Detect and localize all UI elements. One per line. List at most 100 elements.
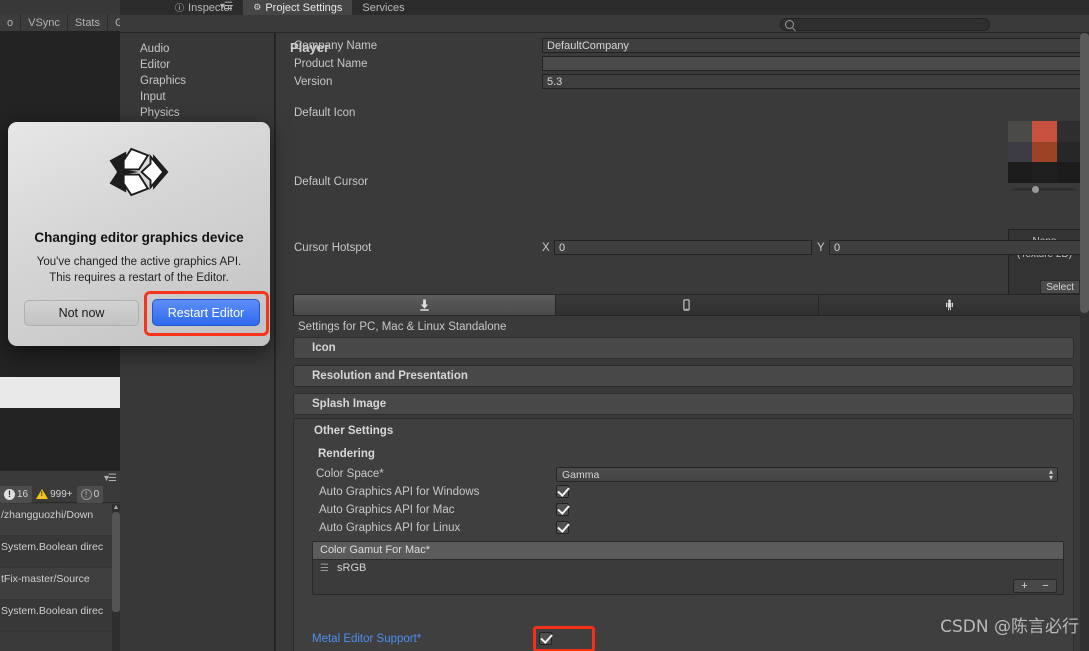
version-row: Version 5.3 xyxy=(276,74,1089,92)
list-item[interactable]: ☰ sRGB xyxy=(313,560,1063,578)
default-cursor-field[interactable]: None (Texture 2D) Select xyxy=(1008,229,1081,295)
auto-api-windows-label: Auto Graphics API for Windows xyxy=(319,486,480,498)
rendering-subheader: Rendering xyxy=(318,448,375,460)
section-icon[interactable]: Icon xyxy=(293,337,1074,359)
section-splash-label: Splash Image xyxy=(312,398,387,410)
hotspot-x-label: X xyxy=(542,242,550,254)
restart-button-highlight xyxy=(144,291,269,336)
product-name-field[interactable] xyxy=(542,56,1082,71)
console-log-list[interactable]: /zhangguozhi/Down System.Boolean direc t… xyxy=(0,504,120,651)
console-error-count[interactable]: ! 16 xyxy=(0,485,33,503)
default-icon-label: Default Icon xyxy=(294,107,356,119)
tab-services-label: Services xyxy=(362,1,405,14)
section-icon-label: Icon xyxy=(312,342,336,354)
tab-bar: ▾☰ ⓘ Inspector ⚙ Project Settings Servic… xyxy=(120,0,1089,15)
version-label: Version xyxy=(294,76,333,88)
watermark: CSDN @陈言必行 xyxy=(940,617,1079,637)
graphics-device-dialog: Changing editor graphics device You've c… xyxy=(8,122,270,346)
sidebar-item-physics[interactable]: Physics xyxy=(120,105,274,121)
auto-api-mac-checkbox[interactable] xyxy=(556,503,569,516)
platform-tab-group xyxy=(293,294,1081,316)
error-icon: ! xyxy=(4,488,15,500)
console-options-icon[interactable]: ▾☰ xyxy=(104,473,117,484)
dialog-title: Changing editor graphics device xyxy=(34,230,244,245)
console-scroll-thumb[interactable] xyxy=(112,512,120,612)
auto-api-mac-label: Auto Graphics API for Mac xyxy=(319,504,455,516)
color-gamut-list: Color Gamut For Mac* ☰ sRGB + − xyxy=(312,541,1064,595)
console-scrollbar[interactable]: ▲ xyxy=(112,504,120,651)
dialog-message: You've changed the active graphics API. … xyxy=(8,254,270,286)
warning-count-value: 999+ xyxy=(50,488,73,500)
cursor-hotspot-row: Cursor Hotspot X 0 Y 0 xyxy=(276,240,1089,258)
add-button[interactable]: + xyxy=(1021,580,1027,592)
company-name-row: Company Name DefaultCompany xyxy=(276,38,1089,56)
hotspot-y-field[interactable]: 0 xyxy=(829,240,1082,255)
sidebar-item-input[interactable]: Input xyxy=(120,89,274,105)
list-item[interactable]: System.Boolean direc xyxy=(0,536,120,568)
game-view-light-region xyxy=(0,377,120,408)
remove-button[interactable]: − xyxy=(1042,580,1048,592)
section-resolution[interactable]: Resolution and Presentation xyxy=(293,365,1074,387)
color-space-dropdown[interactable]: Gamma ▴ ▾ xyxy=(556,467,1058,482)
default-cursor-label: Default Cursor xyxy=(294,176,369,188)
tab-inspector[interactable]: ⓘ Inspector xyxy=(165,0,243,15)
list-item[interactable]: tFix-master/Source xyxy=(0,568,120,600)
sidebar-item-editor[interactable]: Editor xyxy=(120,57,274,73)
auto-api-windows-row: Auto Graphics API for Windows xyxy=(294,485,1075,502)
search-input[interactable] xyxy=(780,18,990,31)
scroll-up-icon[interactable]: ▲ xyxy=(112,504,120,512)
console-info-count[interactable]: ! 0 xyxy=(76,485,104,503)
phone-icon xyxy=(683,299,691,311)
search-icon xyxy=(785,20,794,29)
game-view-toolbar: o VSync Stats Gizmos xyxy=(0,13,161,32)
auto-api-linux-checkbox[interactable] xyxy=(556,521,569,534)
platform-tab-ios[interactable] xyxy=(556,294,819,316)
settings-for-label: Settings for PC, Mac & Linux Standalone xyxy=(298,321,507,333)
product-name-label: Product Name xyxy=(294,58,368,70)
toolbar-item-vsync[interactable]: VSync xyxy=(21,13,68,32)
auto-api-linux-label: Auto Graphics API for Linux xyxy=(319,522,461,534)
color-gamut-footer: + − xyxy=(313,578,1063,594)
drag-handle-icon[interactable]: ☰ xyxy=(320,563,329,574)
toolbar-item-stats[interactable]: Stats xyxy=(68,13,108,32)
tab-services[interactable]: Services xyxy=(352,0,414,15)
tab-project-settings[interactable]: ⚙ Project Settings xyxy=(243,0,353,15)
tab-strip: ⓘ Inspector ⚙ Project Settings Services xyxy=(165,0,415,15)
gamut-add-remove-buttons[interactable]: + − xyxy=(1013,579,1057,593)
console-count-bar: ! 16 999+ ! 0 xyxy=(0,485,120,503)
inspector-scrollbar[interactable] xyxy=(1080,33,1089,651)
list-item[interactable]: System.Boolean direc xyxy=(0,600,120,632)
download-icon xyxy=(420,299,429,311)
company-name-label: Company Name xyxy=(294,40,378,52)
info-icon: ⓘ xyxy=(175,3,185,13)
info-icon: ! xyxy=(80,488,92,500)
section-resolution-label: Resolution and Presentation xyxy=(312,370,468,382)
toolbar-item-partial[interactable]: o xyxy=(0,13,22,32)
cursor-select-button[interactable]: Select xyxy=(1040,280,1080,294)
inspector-scroll-thumb[interactable] xyxy=(1080,33,1089,313)
console-warning-count[interactable]: 999+ xyxy=(32,486,77,503)
platform-tab-standalone[interactable] xyxy=(293,294,557,316)
warning-icon xyxy=(36,489,49,499)
color-space-value: Gamma xyxy=(562,469,600,481)
error-count-value: 16 xyxy=(17,488,29,500)
section-splash[interactable]: Splash Image xyxy=(293,393,1074,415)
gear-icon: ⚙ xyxy=(253,2,262,12)
auto-api-mac-row: Auto Graphics API for Mac xyxy=(294,503,1075,520)
list-item[interactable]: /zhangguozhi/Down xyxy=(0,504,120,536)
dialog-message-line2: This requires a restart of the Editor. xyxy=(49,272,229,284)
sidebar-item-graphics[interactable]: Graphics xyxy=(120,73,274,89)
not-now-button[interactable]: Not now xyxy=(24,300,139,326)
platform-tab-android[interactable] xyxy=(818,294,1081,316)
dialog-message-line1: You've changed the active graphics API. xyxy=(36,256,242,268)
auto-api-windows-checkbox[interactable] xyxy=(556,485,569,498)
color-gamut-header: Color Gamut For Mac* xyxy=(313,542,1063,560)
color-space-row: Color Space* Gamma ▴ ▾ xyxy=(294,467,1075,484)
metal-editor-support-checkbox[interactable] xyxy=(539,632,552,645)
company-name-field[interactable]: DefaultCompany xyxy=(542,38,1082,53)
hotspot-x-field[interactable]: 0 xyxy=(554,240,812,255)
section-other-settings-label[interactable]: Other Settings xyxy=(314,425,393,437)
metal-editor-support-label[interactable]: Metal Editor Support* xyxy=(312,633,421,645)
version-field[interactable]: 5.3 xyxy=(542,74,1082,89)
sidebar-item-audio[interactable]: Audio xyxy=(120,41,274,57)
